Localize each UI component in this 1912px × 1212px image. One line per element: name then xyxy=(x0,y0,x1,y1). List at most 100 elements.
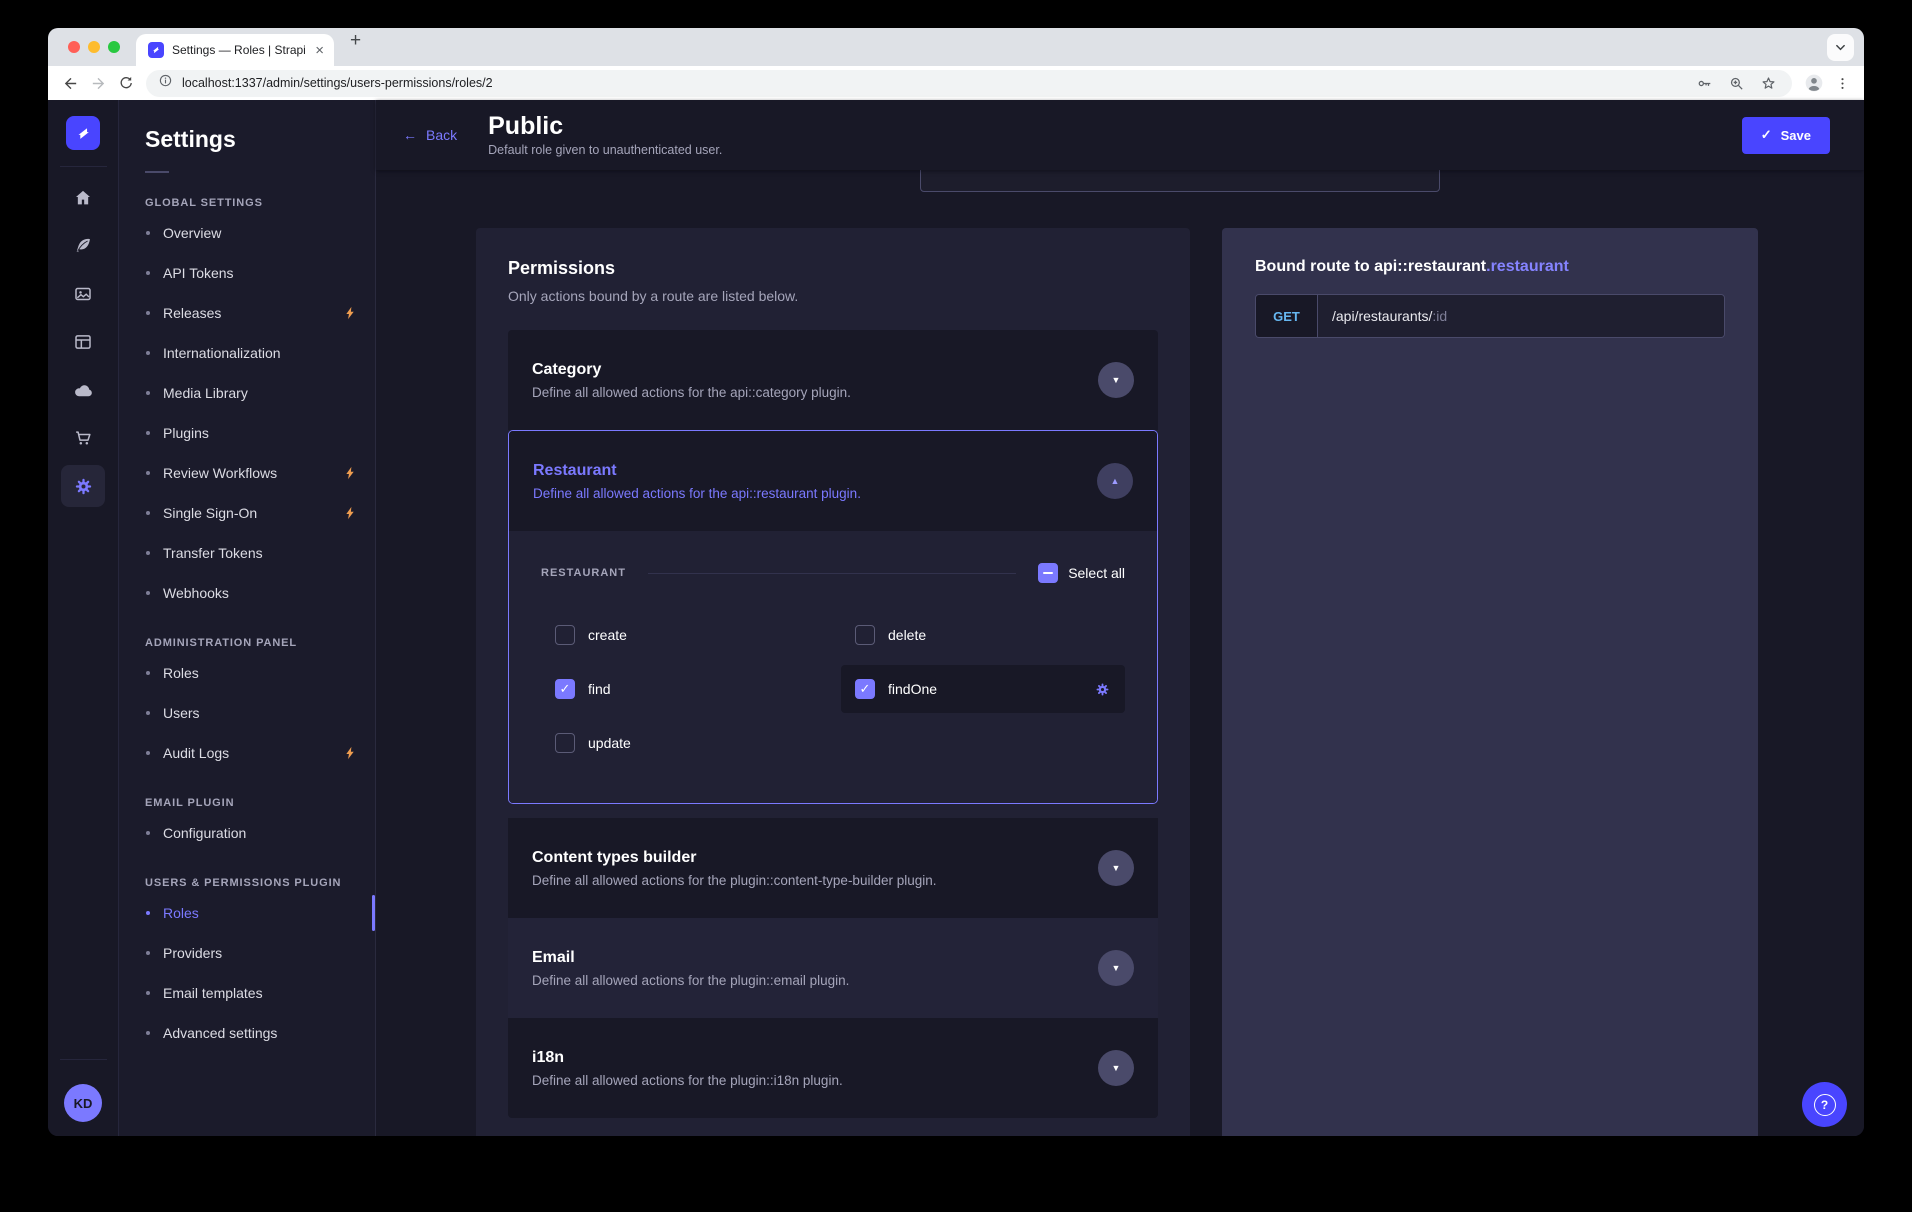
sidebar-item-single-sign-on[interactable]: Single Sign-On xyxy=(119,493,375,533)
main-content: ←Back Public Default role given to unaut… xyxy=(376,100,1864,1136)
chevron-up-icon[interactable]: ▲ xyxy=(1097,463,1133,499)
content-type-builder-icon[interactable] xyxy=(61,321,105,363)
checkbox-update[interactable]: ✓ xyxy=(555,733,575,753)
accordion-content-types-builder-header[interactable]: Content types builder Define all allowed… xyxy=(508,818,1158,918)
checkbox-find[interactable]: ✓ xyxy=(555,679,575,699)
description-input-bottom[interactable] xyxy=(920,170,1440,192)
chevron-down-icon[interactable]: ▼ xyxy=(1098,1050,1134,1086)
tab-search-button[interactable] xyxy=(1827,34,1854,61)
tab-close-icon[interactable]: × xyxy=(315,43,324,58)
chevron-down-icon[interactable]: ▼ xyxy=(1098,950,1134,986)
browser-tab[interactable]: Settings — Roles | Strapi × xyxy=(136,34,334,66)
sidebar-item-admin-users[interactable]: Users xyxy=(119,693,375,733)
route-path: /api/restaurants/:id xyxy=(1318,295,1724,337)
content-manager-feather-icon[interactable] xyxy=(61,225,105,267)
checkbox-findone[interactable]: ✓ xyxy=(855,679,875,699)
browser-toolbar: localhost:1337/admin/settings/users-perm… xyxy=(48,66,1864,100)
address-bar[interactable]: localhost:1337/admin/settings/users-perm… xyxy=(146,70,1792,97)
minimize-window-button[interactable] xyxy=(88,41,100,53)
permissions-accordions: Category Define all allowed actions for … xyxy=(508,330,1158,1118)
accordion-restaurant-body: RESTAURANT Select all xyxy=(509,531,1157,803)
new-tab-button[interactable]: + xyxy=(350,31,361,50)
bound-route-panel: Bound route to api::restaurant.restauran… xyxy=(1222,228,1758,1136)
permissions-panel: Permissions Only actions bound by a rout… xyxy=(476,228,1190,1136)
question-mark-icon: ? xyxy=(1814,1094,1836,1116)
bullet-icon xyxy=(146,311,150,315)
bullet-icon xyxy=(146,551,150,555)
accordion-category-header[interactable]: Category Define all allowed actions for … xyxy=(508,330,1158,430)
accordion-i18n-header[interactable]: i18n Define all allowed actions for the … xyxy=(508,1018,1158,1118)
maximize-window-button[interactable] xyxy=(108,41,120,53)
sidebar-item-providers[interactable]: Providers xyxy=(119,933,375,973)
section-global-settings: GLOBAL SETTINGS xyxy=(145,197,375,209)
select-all-checkbox[interactable]: Select all xyxy=(1038,563,1125,583)
permission-delete[interactable]: ✓ delete xyxy=(841,611,1125,659)
lightning-icon xyxy=(343,306,357,320)
accordion-restaurant-header[interactable]: Restaurant Define all allowed actions fo… xyxy=(509,431,1157,531)
sidebar-item-advanced-settings[interactable]: Advanced settings xyxy=(119,1013,375,1053)
back-link[interactable]: ←Back xyxy=(403,127,457,143)
profile-avatar-icon[interactable] xyxy=(1800,69,1828,97)
sidebar-item-plugins[interactable]: Plugins xyxy=(119,413,375,453)
tab-title: Settings — Roles | Strapi xyxy=(172,43,309,57)
sidebar-item-internationalization[interactable]: Internationalization xyxy=(119,333,375,373)
strapi-logo[interactable] xyxy=(66,116,100,150)
password-key-icon[interactable] xyxy=(1692,71,1716,95)
route-param: :id xyxy=(1432,308,1447,324)
indeterminate-checkbox-icon[interactable] xyxy=(1038,563,1058,583)
user-avatar[interactable]: KD xyxy=(64,1084,102,1122)
sidebar-item-up-roles[interactable]: Roles xyxy=(119,893,375,933)
back-icon[interactable] xyxy=(56,69,84,97)
accordion-email: Email Define all allowed actions for the… xyxy=(508,918,1158,1018)
accordion-category: Category Define all allowed actions for … xyxy=(508,330,1158,430)
permission-find[interactable]: ✓ find xyxy=(541,665,825,713)
bullet-icon xyxy=(146,271,150,275)
home-icon[interactable] xyxy=(61,177,105,219)
marketplace-cart-icon[interactable] xyxy=(61,417,105,459)
permission-update[interactable]: ✓ update xyxy=(541,719,825,767)
chevron-down-icon[interactable]: ▼ xyxy=(1098,362,1134,398)
bookmark-star-icon[interactable] xyxy=(1756,71,1780,95)
deploy-cloud-icon[interactable] xyxy=(61,369,105,411)
media-library-icon[interactable] xyxy=(61,273,105,315)
bullet-icon xyxy=(146,831,150,835)
forward-icon[interactable] xyxy=(84,69,112,97)
browser-window: Settings — Roles | Strapi × + localhost:… xyxy=(48,28,1864,1136)
sidebar-item-releases[interactable]: Releases xyxy=(119,293,375,333)
accordion-email-header[interactable]: Email Define all allowed actions for the… xyxy=(508,918,1158,1018)
sidebar-item-review-workflows[interactable]: Review Workflows xyxy=(119,453,375,493)
accordion-content-types-builder: Content types builder Define all allowed… xyxy=(508,818,1158,918)
save-button[interactable]: ✓Save xyxy=(1742,117,1830,154)
checkbox-delete[interactable]: ✓ xyxy=(855,625,875,645)
sidebar-item-media-library[interactable]: Media Library xyxy=(119,373,375,413)
main-nav-rail: KD xyxy=(48,100,119,1136)
scroll-area: Permissions Only actions bound by a rout… xyxy=(376,170,1864,1136)
lightning-icon xyxy=(343,466,357,480)
check-icon: ✓ xyxy=(1761,127,1772,143)
chevron-down-icon[interactable]: ▼ xyxy=(1098,850,1134,886)
site-info-icon[interactable] xyxy=(158,73,173,93)
permission-findone[interactable]: ✓ findOne xyxy=(841,665,1125,713)
sidebar-item-overview[interactable]: Overview xyxy=(119,213,375,253)
bullet-icon xyxy=(146,391,150,395)
zoom-icon[interactable] xyxy=(1724,71,1748,95)
settings-gear-icon[interactable] xyxy=(61,465,105,507)
sidebar-item-webhooks[interactable]: Webhooks xyxy=(119,573,375,613)
help-button[interactable]: ? xyxy=(1802,1082,1847,1127)
sidebar-item-admin-roles[interactable]: Roles xyxy=(119,653,375,693)
sidebar-item-email-templates[interactable]: Email templates xyxy=(119,973,375,1013)
close-window-button[interactable] xyxy=(68,41,80,53)
permission-create[interactable]: ✓ create xyxy=(541,611,825,659)
window-controls xyxy=(68,41,120,53)
permission-settings-gear-icon[interactable] xyxy=(1094,681,1111,698)
sidebar-item-api-tokens[interactable]: API Tokens xyxy=(119,253,375,293)
sidebar-item-transfer-tokens[interactable]: Transfer Tokens xyxy=(119,533,375,573)
browser-menu-icon[interactable] xyxy=(1828,69,1856,97)
route-accent-text: .restaurant xyxy=(1486,258,1569,275)
checkbox-create[interactable]: ✓ xyxy=(555,625,575,645)
sidebar-item-audit-logs[interactable]: Audit Logs xyxy=(119,733,375,773)
sidebar-item-email-configuration[interactable]: Configuration xyxy=(119,813,375,853)
reload-icon[interactable] xyxy=(112,69,140,97)
bullet-icon xyxy=(146,991,150,995)
permissions-subtitle: Only actions bound by a route are listed… xyxy=(508,288,1158,304)
